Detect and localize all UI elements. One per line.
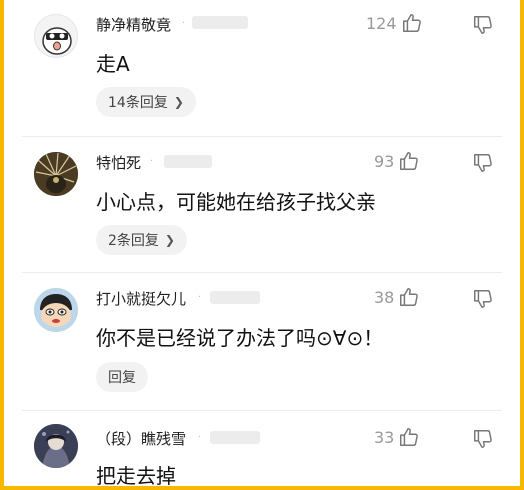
redacted-info	[210, 291, 260, 304]
reply-count-button[interactable]: 2条回复 ❯	[96, 225, 187, 255]
divider	[22, 410, 502, 411]
avatar[interactable]	[34, 14, 78, 58]
thumbs-up-icon	[400, 428, 419, 446]
username[interactable]: （段）瞧残雪	[96, 428, 186, 449]
thumbs-down-icon[interactable]	[472, 288, 494, 310]
reply-count-button[interactable]: 14条回复 ❯	[96, 87, 196, 117]
redacted-info	[164, 155, 212, 168]
thumbs-down-icon[interactable]	[472, 428, 494, 450]
chevron-right-icon: ❯	[164, 233, 175, 247]
comment-text: 小心点，可能她在给孩子找父亲	[96, 190, 376, 214]
separator-dot: ·	[150, 156, 154, 167]
like-count: 124	[366, 13, 397, 33]
thumbs-up-icon	[402, 14, 421, 32]
separator-dot: ·	[182, 18, 186, 29]
like-button[interactable]: 33	[374, 426, 420, 448]
comment-text: 走A	[96, 52, 130, 76]
avatar[interactable]	[34, 288, 78, 332]
avatar[interactable]	[34, 424, 78, 468]
comment-text: 把走去掉	[96, 464, 176, 488]
redacted-info	[192, 16, 248, 29]
separator-dot: ·	[198, 292, 202, 303]
chevron-right-icon: ❯	[173, 95, 184, 109]
divider	[22, 136, 502, 137]
like-count: 38	[374, 287, 395, 307]
reply-button[interactable]: 回复	[96, 362, 148, 392]
comment-list: 静净精敬竟 · 124 走A 14条回复 ❯ 特怕死 · 93 小心点，可能她在…	[0, 0, 524, 490]
username[interactable]: 静净精敬竟	[96, 14, 171, 35]
thumbs-up-icon	[400, 288, 419, 306]
comment-text: 你不是已经说了办法了吗⊙∀⊙！	[96, 326, 384, 350]
reply-count-label: 14条回复	[108, 95, 168, 111]
like-button[interactable]: 124	[366, 12, 423, 34]
avatar[interactable]	[34, 152, 78, 196]
reply-label: 回复	[108, 370, 136, 386]
separator-dot: ·	[198, 432, 202, 443]
like-count: 33	[374, 427, 395, 447]
username[interactable]: 特怕死	[96, 152, 141, 173]
reply-count-label: 2条回复	[108, 233, 159, 249]
like-count: 93	[374, 151, 395, 171]
like-button[interactable]: 38	[374, 286, 420, 308]
like-button[interactable]: 93	[374, 150, 420, 172]
divider	[22, 272, 502, 273]
redacted-info	[210, 431, 260, 444]
thumbs-up-icon	[400, 152, 419, 170]
thumbs-down-icon[interactable]	[472, 14, 494, 36]
thumbs-down-icon[interactable]	[472, 152, 494, 174]
username[interactable]: 打小就挺欠儿	[96, 288, 186, 309]
